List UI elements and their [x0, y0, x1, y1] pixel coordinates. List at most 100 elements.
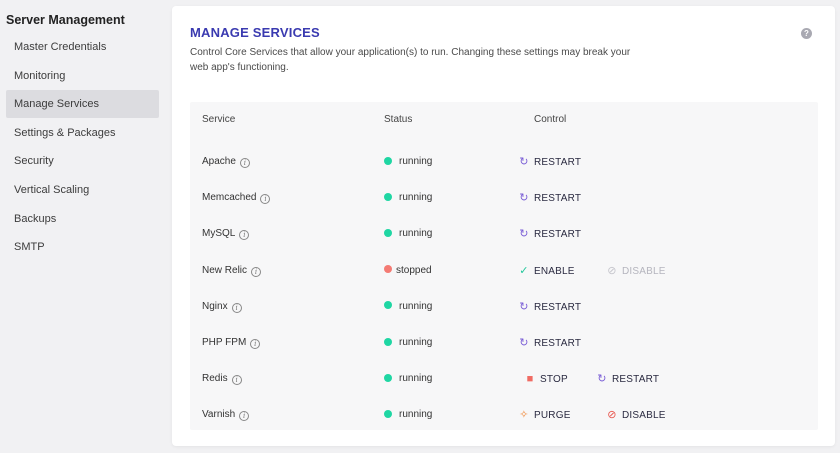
restart-button[interactable]: ↻ RESTART	[518, 180, 581, 216]
info-icon[interactable]: i	[239, 230, 250, 241]
service-label: New Relic	[202, 264, 248, 276]
info-icon[interactable]: i	[251, 266, 262, 277]
status-text: running	[399, 300, 433, 312]
sidebar-item-manage-services[interactable]: Manage Services	[6, 90, 159, 119]
sidebar-item-backups[interactable]: Backups	[6, 205, 159, 233]
status-badge: running	[384, 361, 432, 397]
header-status: Status	[384, 114, 413, 125]
restart-button[interactable]: ↻ RESTART	[518, 289, 581, 325]
disable-button[interactable]: ⊘ DISABLE	[606, 397, 666, 433]
page-title: MANAGE SERVICES	[190, 25, 320, 40]
control-label: RESTART	[534, 193, 582, 205]
status-text: stopped	[396, 264, 432, 276]
restart-icon: ↻	[519, 337, 529, 349]
control-label: DISABLE	[622, 410, 666, 422]
stop-button[interactable]: ■ STOP	[524, 361, 568, 397]
service-name: Varnish i	[202, 397, 250, 433]
table-row: MySQL i running ↻ RESTART	[190, 216, 818, 252]
restart-button[interactable]: ↻ RESTART	[518, 144, 581, 180]
service-label: Apache	[202, 156, 236, 167]
status-text: running	[399, 192, 433, 204]
restart-icon: ↻	[519, 228, 529, 241]
control-label: RESTART	[534, 301, 582, 313]
info-icon[interactable]: i	[231, 302, 242, 313]
status-dot-icon	[384, 373, 392, 382]
help-icon[interactable]: ?	[801, 28, 812, 39]
status-text: running	[399, 156, 433, 167]
table-row: PHP FPM i running ↻ RESTART	[190, 325, 818, 361]
services-table: Service Status Control Apache i running ↻ RE…	[190, 102, 818, 430]
service-name: Redis i	[202, 361, 242, 397]
header-service: Service	[202, 114, 236, 125]
restart-icon: ↻	[519, 192, 529, 205]
service-label: Memcached	[202, 192, 257, 204]
sidebar-item-master-credentials[interactable]: Master Credentials	[6, 33, 159, 61]
service-label: Nginx	[202, 300, 228, 312]
control-label: PURGE	[534, 410, 571, 422]
restart-button[interactable]: ↻ RESTART	[518, 216, 581, 252]
info-icon[interactable]: i	[260, 194, 271, 205]
status-text: running	[399, 228, 433, 240]
control-label: RESTART	[612, 374, 660, 386]
enable-button[interactable]: ✓ ENABLE	[518, 253, 575, 289]
sidebar: Server Management Master Credentials Moni…	[0, 0, 165, 453]
info-icon[interactable]: i	[239, 411, 250, 422]
status-dot-icon	[384, 192, 392, 201]
status-text: running	[399, 409, 433, 421]
restart-button[interactable]: ↻ RESTART	[596, 361, 659, 397]
control-label: RESTART	[534, 338, 582, 349]
table-row: New Relic i stopped ✓ ENABLE ⊘ DISABLE	[190, 253, 818, 289]
service-name: Apache i	[202, 144, 250, 180]
header-control: Control	[534, 114, 567, 125]
service-label: Varnish	[202, 409, 236, 421]
sidebar-item-vertical-scaling[interactable]: Vertical Scaling	[6, 176, 159, 204]
service-label: Redis	[202, 373, 228, 385]
table-row: Redis i running ■ STOP ↻ RESTART	[190, 361, 818, 397]
info-icon[interactable]: i	[250, 339, 261, 349]
service-name: Nginx i	[202, 289, 242, 325]
restart-icon: ↻	[519, 156, 529, 168]
status-dot-icon	[384, 265, 392, 274]
status-badge: running	[384, 144, 432, 180]
status-badge: running	[384, 325, 432, 361]
service-name: PHP FPM i	[202, 325, 261, 361]
page-description: Control Core Services that allow your ap…	[190, 47, 631, 73]
sidebar-item-security[interactable]: Security	[6, 147, 159, 175]
sidebar-item-settings-packages[interactable]: Settings & Packages	[6, 119, 159, 147]
restart-icon: ↻	[519, 300, 529, 313]
disable-button: ⊘ DISABLE	[606, 253, 666, 289]
table-row: Varnish i running ✧ PURGE ⊘ DISABLE	[190, 397, 818, 433]
table-row: Apache i running ↻ RESTART	[190, 144, 818, 180]
status-text: running	[399, 337, 433, 348]
check-circle-icon: ✓	[519, 264, 529, 277]
control-label: RESTART	[534, 157, 582, 168]
manage-services-card: MANAGE SERVICES Control Core Services th…	[172, 6, 835, 446]
info-icon[interactable]: i	[231, 375, 242, 386]
sidebar-title: Server Management	[6, 13, 125, 27]
status-badge: running	[384, 216, 432, 252]
restart-button[interactable]: ↻ RESTART	[518, 325, 581, 361]
service-label: PHP FPM	[202, 337, 247, 348]
status-badge: running	[384, 289, 432, 325]
service-label: MySQL	[202, 228, 236, 240]
info-icon[interactable]: i	[239, 158, 250, 168]
sidebar-item-smtp[interactable]: SMTP	[6, 233, 159, 261]
service-name: MySQL i	[202, 216, 250, 252]
status-dot-icon	[384, 156, 392, 165]
control-label: STOP	[540, 374, 568, 386]
sidebar-item-monitoring[interactable]: Monitoring	[6, 62, 159, 90]
table-row: Nginx i running ↻ RESTART	[190, 289, 818, 325]
status-dot-icon	[384, 228, 392, 237]
status-badge: stopped	[384, 253, 432, 289]
status-badge: running	[384, 180, 432, 216]
broom-icon: ✧	[519, 409, 529, 422]
control-label: RESTART	[534, 229, 582, 241]
restart-icon: ↻	[597, 373, 607, 386]
purge-button[interactable]: ✧ PURGE	[518, 397, 571, 433]
service-name: New Relic i	[202, 253, 262, 289]
stop-icon: ■	[526, 373, 534, 386]
status-dot-icon	[384, 337, 392, 346]
ban-icon: ⊘	[607, 409, 617, 422]
status-badge: running	[384, 397, 432, 433]
service-name: Memcached i	[202, 180, 271, 216]
